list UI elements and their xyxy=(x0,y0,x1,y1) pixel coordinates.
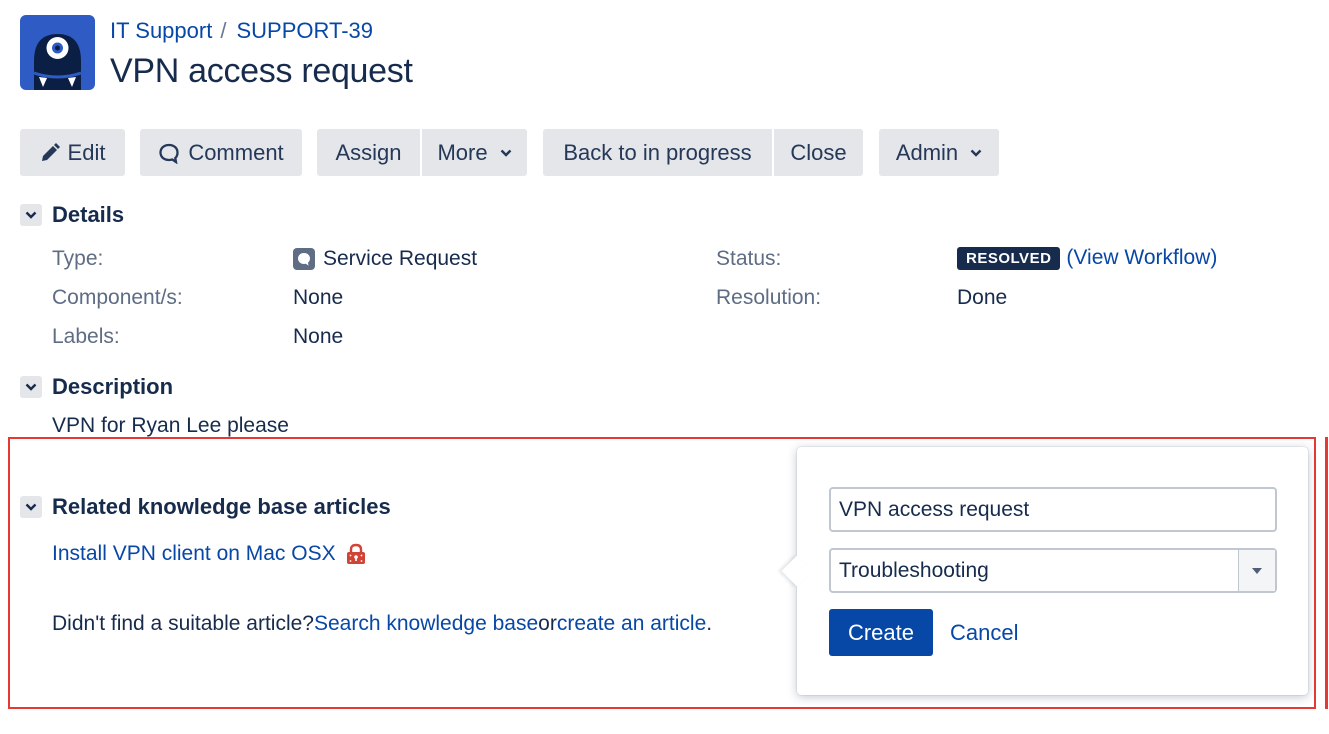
kb-prompt-text: Didn't find a suitable article? xyxy=(52,612,314,635)
description-section-header[interactable]: Description xyxy=(20,374,174,399)
kb-heading: Related knowledge base articles xyxy=(52,494,391,519)
view-workflow-link[interactable]: View Workflow xyxy=(1073,246,1210,270)
chevron-down-icon xyxy=(970,149,982,157)
kb-section-header[interactable]: Related knowledge base articles xyxy=(20,494,391,519)
components-value: None xyxy=(293,286,344,309)
close-button-label: Close xyxy=(790,139,847,165)
view-workflow-open-paren: ( xyxy=(1066,246,1074,269)
comment-button[interactable]: Comment xyxy=(140,129,302,176)
cancel-link[interactable]: Cancel xyxy=(950,620,1018,646)
labels-label: Labels: xyxy=(52,325,120,348)
create-button[interactable]: Create xyxy=(829,609,933,656)
details-toggle[interactable] xyxy=(20,204,42,226)
kb-article: Install VPN client on Mac OSX xyxy=(52,542,366,566)
create-article-link[interactable]: create an article xyxy=(557,612,706,636)
page-title: VPN access request xyxy=(110,52,413,90)
description-heading: Description xyxy=(52,374,174,399)
labels-value: None xyxy=(293,325,344,348)
breadcrumb-project-link[interactable]: IT Support xyxy=(110,18,212,43)
kb-end-text: . xyxy=(706,612,713,635)
details-section-header[interactable]: Details xyxy=(20,202,125,227)
status-label: Status: xyxy=(716,247,782,270)
admin-button[interactable]: Admin xyxy=(879,129,999,176)
edit-button[interactable]: Edit xyxy=(20,129,125,176)
breadcrumb-separator: / xyxy=(220,18,227,43)
description-toggle[interactable] xyxy=(20,376,42,398)
article-template-value: Troubleshooting xyxy=(839,558,989,582)
lock-icon xyxy=(346,543,365,564)
select-dropdown-button[interactable] xyxy=(1238,550,1275,591)
back-to-in-progress-button[interactable]: Back to in progress xyxy=(543,129,772,176)
project-avatar[interactable] xyxy=(20,15,95,90)
search-knowledge-base-link[interactable]: Search knowledge base xyxy=(314,612,538,636)
view-workflow-close-paren: ) xyxy=(1210,246,1218,269)
components-label: Component/s: xyxy=(52,286,183,309)
more-button[interactable]: More xyxy=(422,129,527,176)
chevron-down-icon xyxy=(500,149,511,157)
chevron-down-icon xyxy=(25,503,37,511)
comment-button-label: Comment xyxy=(188,139,284,165)
kb-article-link[interactable]: Install VPN client on Mac OSX xyxy=(52,542,336,566)
article-template-select[interactable]: Troubleshooting xyxy=(829,548,1277,593)
resolution-value: Done xyxy=(957,286,1008,309)
description-text: VPN for Ryan Lee please xyxy=(52,414,289,437)
resolution-label: Resolution: xyxy=(716,286,822,309)
assign-button-label: Assign xyxy=(335,139,402,165)
status-value: RESOLVED (View Workflow) xyxy=(957,246,1217,270)
caret-down-icon xyxy=(1252,567,1262,574)
pencil-icon xyxy=(41,142,60,161)
chevron-down-icon xyxy=(25,383,37,391)
admin-button-label: Admin xyxy=(895,139,959,165)
kb-footer: Didn't find a suitable article? Search k… xyxy=(52,612,712,636)
project-avatar-icon xyxy=(33,34,82,90)
edit-button-label: Edit xyxy=(67,139,106,165)
type-value: Service Request xyxy=(293,247,477,271)
breadcrumb-issue-key-link[interactable]: SUPPORT-39 xyxy=(236,18,373,43)
breadcrumb: IT Support / SUPPORT-39 xyxy=(110,18,373,44)
back-to-in-progress-button-label: Back to in progress xyxy=(563,139,752,165)
chevron-down-icon xyxy=(25,211,37,219)
more-button-label: More xyxy=(437,139,488,165)
service-request-icon xyxy=(293,248,315,270)
kb-or-text: or xyxy=(538,612,557,635)
details-heading: Details xyxy=(52,202,125,227)
type-label: Type: xyxy=(52,247,104,270)
article-title-input[interactable] xyxy=(829,487,1277,532)
highlight-edge xyxy=(1325,437,1328,709)
status-badge: RESOLVED xyxy=(957,246,1061,270)
kb-toggle[interactable] xyxy=(20,496,42,518)
assign-button[interactable]: Assign xyxy=(317,129,420,176)
close-button[interactable]: Close xyxy=(774,129,863,176)
type-value-text: Service Request xyxy=(323,247,478,270)
speech-bubble-icon xyxy=(159,143,179,164)
